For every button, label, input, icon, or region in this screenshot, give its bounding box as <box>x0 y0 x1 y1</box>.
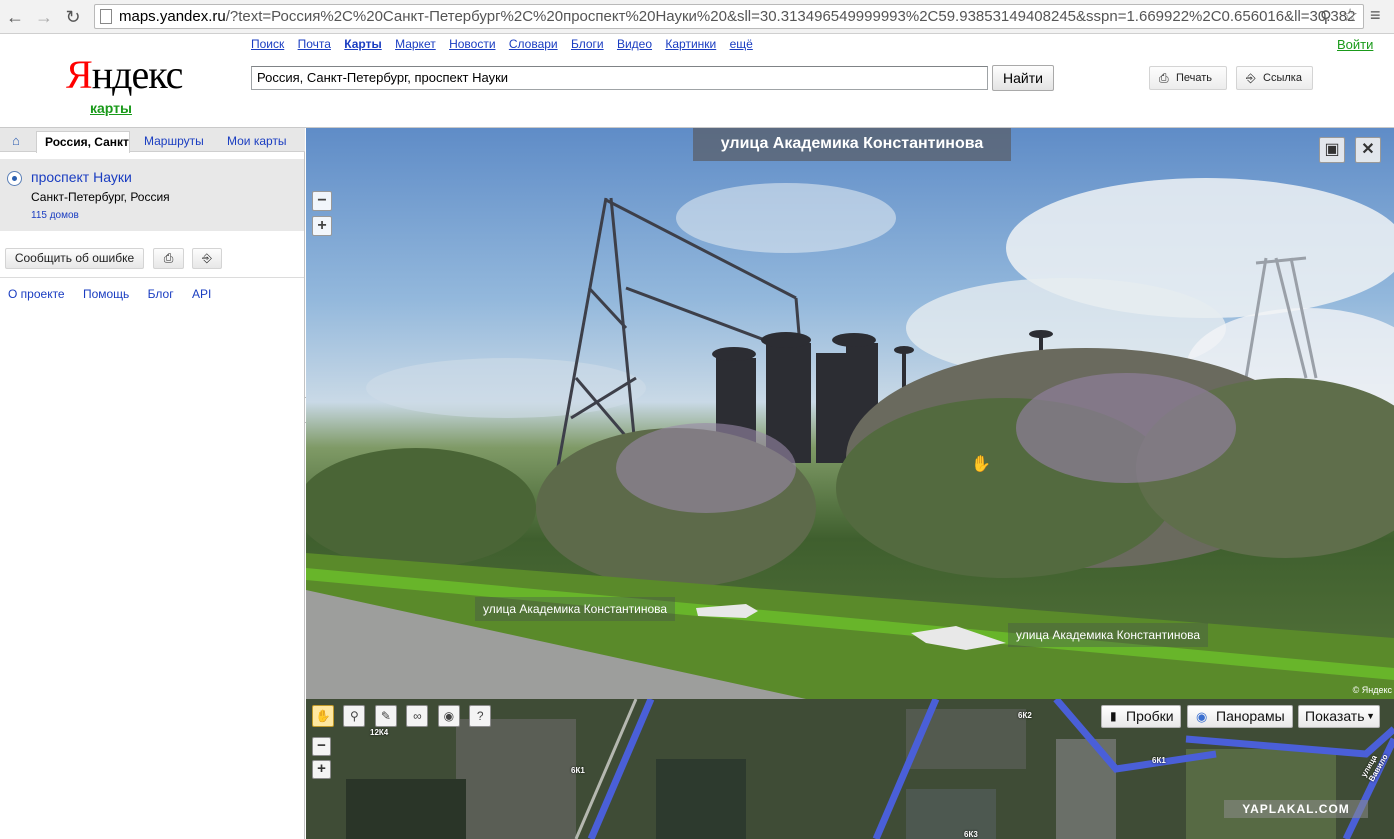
url-host: maps.yandex.ru <box>119 8 226 25</box>
traffic-button[interactable]: ▮ Пробки <box>1101 705 1181 728</box>
logo-first-letter: Я <box>66 52 93 97</box>
page-icon <box>100 9 112 24</box>
link-blog[interactable]: Блог <box>148 287 174 301</box>
sidebar-divider <box>0 277 304 278</box>
building-label: 6К1 <box>1152 756 1166 765</box>
link-button[interactable]: ⎆ Ссылка <box>1236 66 1313 90</box>
result-radio[interactable] <box>7 171 22 186</box>
print-label: Печать <box>1176 72 1213 84</box>
browser-toolbar: ← → ↻ maps.yandex.ru/?text=Россия%2C%20С… <box>0 0 1394 34</box>
service-link-more[interactable]: ещё <box>730 37 753 51</box>
link-api[interactable]: API <box>192 287 211 301</box>
panoramas-label: Панорамы <box>1216 708 1285 724</box>
login-link[interactable]: Войти <box>1337 37 1373 52</box>
address-bar[interactable]: maps.yandex.ru/?text=Россия%2C%20Санкт-П… <box>94 4 1364 29</box>
traffic-label: Пробки <box>1126 708 1174 724</box>
pin-icon: ⎆ <box>202 251 212 265</box>
panorama-copyright: © Яндекс <box>1352 685 1392 695</box>
building-label: 6К2 <box>1018 711 1032 720</box>
print-small-button[interactable]: ⎙ <box>153 248 184 269</box>
service-link-video[interactable]: Видео <box>617 37 652 51</box>
service-link-market[interactable]: Маркет <box>395 37 436 51</box>
panorama-title: улица Академика Константинова <box>693 128 1011 161</box>
back-arrow-icon[interactable]: ← <box>4 6 26 28</box>
tab-search-result[interactable]: Россия, Санкт- <box>36 131 130 153</box>
map-zoom-out-button[interactable]: − <box>312 737 331 756</box>
fullscreen-icon[interactable]: ▣ <box>1319 137 1345 163</box>
building-label: 6К1 <box>571 766 585 775</box>
building-label: 12К4 <box>370 728 389 737</box>
sidebar-tabs: ⌂ Россия, Санкт- Маршруты Мои карты <box>0 128 305 153</box>
panorama-scene <box>306 178 1394 699</box>
map-zoom-in-button[interactable]: + <box>312 760 331 779</box>
reload-icon[interactable]: ↻ <box>62 6 84 28</box>
sidebar: ⌂ Россия, Санкт- Маршруты Мои карты прос… <box>0 128 305 839</box>
search-icon[interactable]: ⚲ <box>1320 7 1332 27</box>
panorama-icon: ◉ <box>1196 709 1208 724</box>
tab-my-maps[interactable]: Мои карты <box>227 134 287 148</box>
link-small-button[interactable]: ⎆ <box>192 248 222 269</box>
service-link-maps[interactable]: Карты <box>344 37 381 51</box>
link-about[interactable]: О проекте <box>8 287 65 301</box>
watermark: YAPLAKAL.COM <box>1224 800 1368 818</box>
pin-icon: ⎆ <box>1246 71 1256 85</box>
panorama-view[interactable]: улица Академика Константинова − + ▣ ✕ ул… <box>306 128 1394 699</box>
info-tool-icon[interactable]: ? <box>469 705 492 727</box>
search-button[interactable]: Найти <box>992 65 1054 91</box>
service-link-dictionaries[interactable]: Словари <box>509 37 558 51</box>
service-link-mail[interactable]: Почта <box>298 37 331 51</box>
print-button[interactable]: ⎙ Печать <box>1149 66 1227 90</box>
magnifier-tool-icon[interactable]: ⚲ <box>343 705 366 727</box>
forward-arrow-icon[interactable]: → <box>33 6 55 28</box>
hand-cursor-icon: ✋ <box>971 456 991 473</box>
logo-subtitle[interactable]: карты <box>90 100 132 116</box>
service-link-blogs[interactable]: Блоги <box>571 37 604 51</box>
hand-tool-icon[interactable]: ✋ <box>312 705 334 727</box>
link-help[interactable]: Помощь <box>83 287 129 301</box>
street-label-left[interactable]: улица Академика Константинова <box>475 597 676 621</box>
service-link-search[interactable]: Поиск <box>251 37 284 51</box>
building-label: 6К3 <box>964 830 978 839</box>
link-label: Ссылка <box>1263 72 1302 84</box>
result-address: Санкт-Петербург, Россия <box>31 190 170 204</box>
service-link-images[interactable]: Картинки <box>665 37 716 51</box>
pano-zoom-in-button[interactable]: + <box>312 216 332 236</box>
logo-rest: ндекс <box>91 52 184 97</box>
search-input[interactable]: Россия, Санкт-Петербург, проспект Науки <box>251 66 988 90</box>
street-label-right[interactable]: улица Академика Константинова <box>1008 623 1209 647</box>
result-title[interactable]: проспект Науки <box>31 169 132 185</box>
show-label: Показать <box>1305 708 1365 724</box>
yandex-logo[interactable]: Яндекс <box>66 52 184 97</box>
menu-icon[interactable]: ≡ <box>1370 5 1381 26</box>
service-link-news[interactable]: Новости <box>449 37 495 51</box>
chevron-down-icon: ▼ <box>1366 711 1375 721</box>
services-nav: Поиск Почта Карты Маркет Новости Словари… <box>251 37 763 51</box>
show-layers-dropdown[interactable]: Показать ▼ <box>1298 705 1380 728</box>
result-house-count[interactable]: 115 домов <box>31 210 79 221</box>
map-toolbar: ✋ ⚲ ✎ ∞ ◉ ? <box>312 705 496 729</box>
bookmark-star-icon[interactable]: ☆ <box>1342 5 1358 26</box>
footer-links: О проекте Помощь Блог API <box>8 287 226 301</box>
url-path: /?text=Россия%2C%20Санкт-Петербург%2C%20… <box>225 8 1356 25</box>
report-error-button[interactable]: Сообщить об ошибке <box>5 248 144 269</box>
route-tool-icon[interactable]: ∞ <box>406 705 429 727</box>
search-result-item[interactable]: проспект Науки Санкт-Петербург, Россия 1… <box>0 159 304 231</box>
tab-routes[interactable]: Маршруты <box>144 134 204 148</box>
home-icon[interactable]: ⌂ <box>12 133 20 148</box>
traffic-light-icon: ▮ <box>1110 709 1117 723</box>
street-view-tool-icon[interactable]: ◉ <box>437 705 460 727</box>
close-icon[interactable]: ✕ <box>1355 137 1381 163</box>
ruler-tool-icon[interactable]: ✎ <box>374 705 397 727</box>
satellite-map[interactable]: ✋ ⚲ ✎ ∞ ◉ ? − + 12К4 6К1 6К2 6К1 6К3 ули… <box>306 699 1394 839</box>
pano-zoom-out-button[interactable]: − <box>312 191 332 211</box>
printer-icon: ⎙ <box>163 251 174 265</box>
printer-icon: ⎙ <box>1159 71 1169 85</box>
panoramas-button[interactable]: ◉ Панорамы <box>1187 705 1293 728</box>
